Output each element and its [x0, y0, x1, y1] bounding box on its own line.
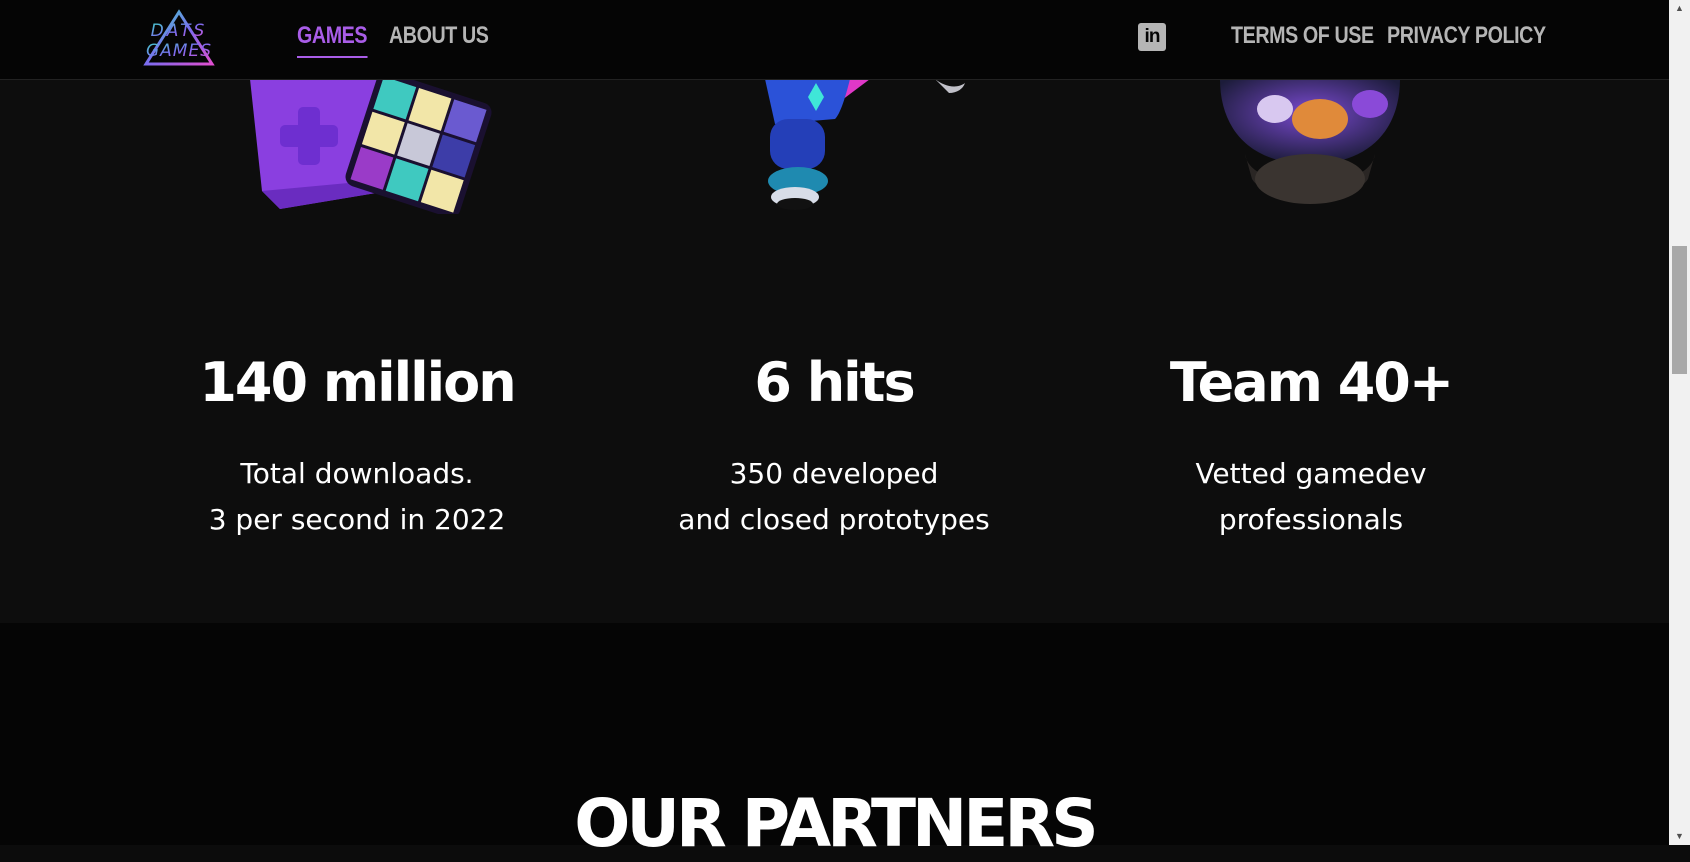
scroll-up-arrow-icon[interactable]: ▲	[1669, 0, 1690, 17]
stat-title-hits: 6 hits	[754, 351, 915, 414]
nav-privacy-policy[interactable]: PRIVACY POLICY	[1387, 22, 1546, 50]
linkedin-icon[interactable]: in	[1138, 23, 1166, 51]
top-navigation-bar: DATS GAMES GAMES ABOUT US in TERMS OF US…	[0, 0, 1669, 80]
stat-description-line: professionals	[1218, 503, 1404, 536]
stat-description-team: Vetted gamedev professionals	[1061, 451, 1561, 543]
stat-description-line: 350 developed	[729, 457, 939, 490]
partners-heading: OUR PARTNERS	[574, 785, 1098, 862]
scroll-down-arrow-icon[interactable]: ▼	[1669, 828, 1690, 845]
scrollbar-thumb[interactable]	[1672, 246, 1687, 374]
svg-text:DATS: DATS	[151, 21, 208, 41]
stat-description-line: Total downloads.	[240, 457, 474, 490]
stat-description-line: 3 per second in 2022	[208, 503, 506, 536]
robot-character-illustration	[765, 79, 965, 210]
stat-description-hits: 350 developed and closed prototypes	[584, 451, 1084, 543]
stat-description-downloads: Total downloads. 3 per second in 2022	[107, 451, 607, 543]
snow-globe-illustration	[1220, 79, 1400, 204]
page-scrollbar[interactable]: ▲ ▼	[1669, 0, 1690, 845]
nav-terms-of-use[interactable]: TERMS OF USE	[1231, 22, 1374, 50]
stat-description-line: Vetted gamedev	[1195, 457, 1427, 490]
nav-games[interactable]: GAMES	[297, 22, 368, 58]
gamepad-and-cube-illustration	[250, 79, 492, 214]
stat-title-team: Team 40+	[1169, 351, 1454, 414]
stat-description-line: and closed prototypes	[678, 503, 990, 536]
stats-section: 140 million Total downloads. 3 per secon…	[0, 79, 1669, 623]
dats-games-logo[interactable]: DATS GAMES	[136, 6, 222, 70]
svg-text:GAMES: GAMES	[146, 41, 212, 61]
nav-about-us[interactable]: ABOUT US	[389, 22, 489, 50]
partners-section: OUR PARTNERS	[0, 623, 1669, 862]
stat-title-downloads: 140 million	[199, 351, 516, 414]
